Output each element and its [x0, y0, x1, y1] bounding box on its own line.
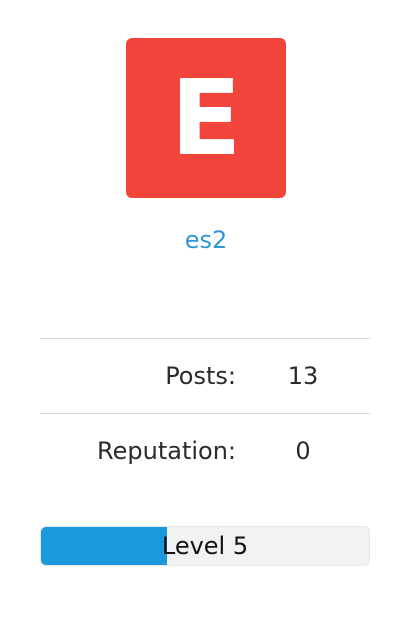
profile-stats: Posts: 13 Reputation: 0 [40, 338, 370, 488]
posts-count: 13 [287, 362, 319, 390]
profile-card: E es2 Posts: 13 Reputation: 0 Level 5 [0, 0, 412, 636]
reputation-count: 0 [295, 437, 311, 465]
user-avatar[interactable]: E [126, 38, 286, 198]
avatar-letter: E [170, 57, 242, 179]
username-link[interactable]: es2 [0, 222, 412, 258]
level-progress-bar: Level 5 [40, 526, 370, 566]
stat-row-reputation: Reputation: 0 [40, 413, 370, 488]
level-label: Level 5 [161, 532, 249, 560]
reputation-label: Reputation: [97, 437, 236, 465]
stat-row-posts: Posts: 13 [40, 338, 370, 413]
posts-label: Posts: [165, 362, 236, 390]
